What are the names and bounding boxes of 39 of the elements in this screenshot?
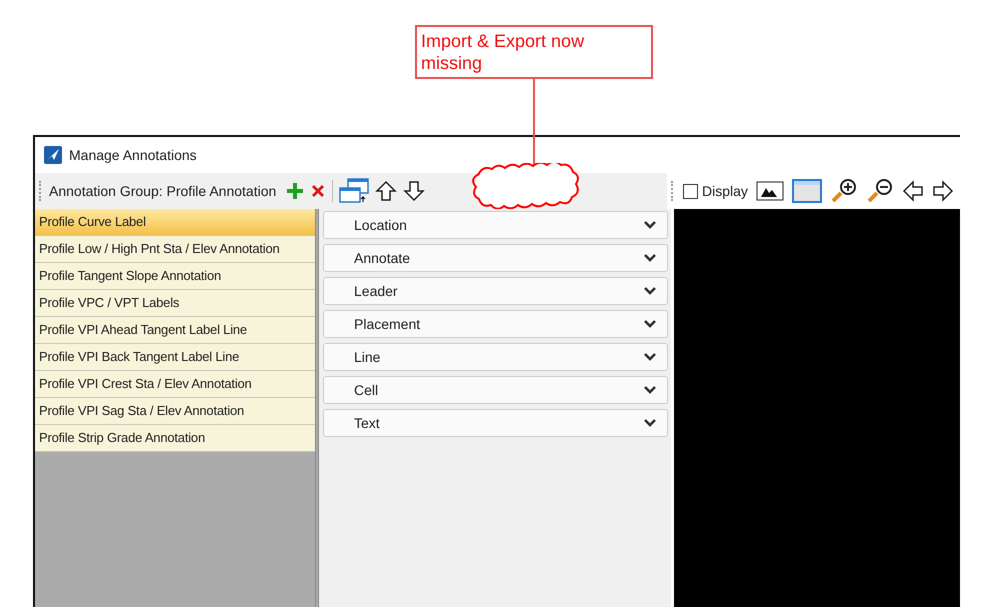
- window-title: Manage Annotations: [69, 147, 197, 163]
- delete-icon[interactable]: [310, 183, 326, 199]
- display-checkbox[interactable]: Display: [683, 183, 748, 199]
- image-icon[interactable]: [756, 180, 784, 202]
- chevron-down-icon: [643, 385, 657, 395]
- left-arrow-icon[interactable]: [902, 180, 924, 202]
- annotation-item[interactable]: Profile VPI Back Tangent Label Line: [35, 344, 315, 371]
- right-arrow-icon[interactable]: [932, 180, 954, 202]
- section-header[interactable]: Location: [323, 211, 668, 239]
- section-header[interactable]: Annotate: [323, 244, 668, 272]
- annotation-item[interactable]: Profile VPC / VPT Labels: [35, 290, 315, 317]
- callout-note: Import & Export now missing: [415, 25, 653, 79]
- annotation-item[interactable]: Profile VPI Crest Sta / Elev Annotation: [35, 371, 315, 398]
- section-header[interactable]: Text: [323, 409, 668, 437]
- chevron-down-icon: [643, 418, 657, 428]
- app-icon: [43, 145, 63, 165]
- chevron-down-icon: [643, 286, 657, 296]
- windows-icon[interactable]: [339, 178, 370, 204]
- annotation-item[interactable]: Profile Low / High Pnt Sta / Elev Annotation: [35, 236, 315, 263]
- annotation-item[interactable]: Profile Curve Label: [35, 209, 315, 236]
- chevron-down-icon: [643, 253, 657, 263]
- annotation-item[interactable]: Profile VPI Sag Sta / Elev Annotation: [35, 398, 315, 425]
- add-icon[interactable]: [286, 182, 304, 200]
- section-header[interactable]: Leader: [323, 277, 668, 305]
- chevron-down-icon: [643, 352, 657, 362]
- down-arrow-icon[interactable]: [403, 180, 426, 202]
- zoom-in-icon[interactable]: [830, 178, 858, 204]
- chevron-down-icon: [643, 220, 657, 230]
- annotation-item[interactable]: Profile Tangent Slope Annotation: [35, 263, 315, 290]
- up-arrow-icon[interactable]: [375, 180, 398, 202]
- window-icon[interactable]: [792, 179, 822, 203]
- annotation-item[interactable]: Profile VPI Ahead Tangent Label Line: [35, 317, 315, 344]
- annotation-item[interactable]: Profile Strip Grade Annotation: [35, 425, 315, 452]
- annotation-group-label: Annotation Group: Profile Annotation: [49, 183, 276, 199]
- section-header[interactable]: Placement: [323, 310, 668, 338]
- section-header[interactable]: Cell: [323, 376, 668, 404]
- section-header[interactable]: Line: [323, 343, 668, 371]
- zoom-out-icon[interactable]: [866, 178, 894, 204]
- chevron-down-icon: [643, 319, 657, 329]
